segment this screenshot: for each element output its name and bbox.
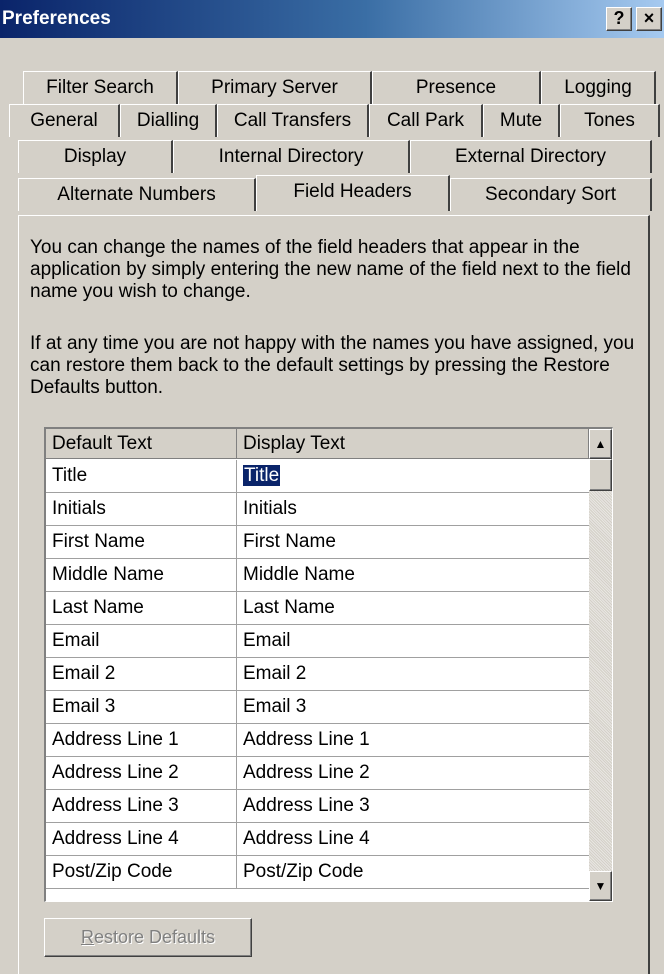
tab-alternate-numbers[interactable]: Alternate Numbers bbox=[18, 178, 256, 211]
table-row[interactable]: Address Line 1 Address Line 1 bbox=[46, 724, 589, 757]
display-text-cell[interactable]: Address Line 4 bbox=[237, 823, 589, 855]
tab-call-transfers[interactable]: Call Transfers bbox=[217, 104, 369, 137]
display-text-cell[interactable]: Address Line 2 bbox=[237, 757, 589, 789]
table-row[interactable]: Email Email bbox=[46, 625, 589, 658]
default-text-cell: Address Line 4 bbox=[46, 823, 237, 855]
display-text-cell[interactable]: Email 2 bbox=[237, 658, 589, 690]
tab-field-headers[interactable]: Field Headers bbox=[256, 175, 450, 211]
default-text-cell: Address Line 2 bbox=[46, 757, 237, 789]
tab-tones[interactable]: Tones bbox=[560, 104, 660, 137]
window-title: Preferences bbox=[2, 8, 111, 29]
restore-mnemonic: R bbox=[80, 927, 94, 947]
default-text-cell: Middle Name bbox=[46, 559, 237, 591]
table-row[interactable]: Post/Zip Code Post/Zip Code bbox=[46, 856, 589, 889]
restore-defaults-button[interactable]: Restore Defaults bbox=[44, 918, 252, 957]
display-text-cell[interactable]: Address Line 3 bbox=[237, 790, 589, 822]
display-text-input[interactable]: Title bbox=[243, 465, 281, 486]
table-row[interactable]: Middle Name Middle Name bbox=[46, 559, 589, 592]
table-row[interactable]: First Name First Name bbox=[46, 526, 589, 559]
description-paragraph-2: If at any time you are not happy with th… bbox=[30, 333, 635, 398]
table-row[interactable]: Email 3 Email 3 bbox=[46, 691, 589, 724]
table-row[interactable]: Email 2 Email 2 bbox=[46, 658, 589, 691]
default-text-cell: Last Name bbox=[46, 592, 237, 624]
scroll-thumb[interactable] bbox=[589, 459, 612, 491]
table-row[interactable]: Initials Initials bbox=[46, 493, 589, 526]
vertical-scrollbar[interactable]: ▲ ▼ bbox=[589, 429, 612, 901]
default-text-cell: Title bbox=[46, 460, 237, 492]
tab-call-park[interactable]: Call Park bbox=[369, 104, 483, 137]
default-text-cell: First Name bbox=[46, 526, 237, 558]
tab-display[interactable]: Display bbox=[18, 140, 173, 173]
tab-mute[interactable]: Mute bbox=[483, 104, 560, 137]
tab-internal-directory[interactable]: Internal Directory bbox=[173, 140, 410, 173]
display-text-cell[interactable]: Email 3 bbox=[237, 691, 589, 723]
tab-row-4: Alternate Numbers Field Headers Secondar… bbox=[0, 175, 664, 211]
title-bar[interactable]: Preferences ? × bbox=[0, 0, 664, 38]
table-row[interactable]: Last Name Last Name bbox=[46, 592, 589, 625]
tab-row-2: General Dialling Call Transfers Call Par… bbox=[0, 104, 664, 137]
close-button[interactable]: × bbox=[636, 7, 662, 31]
column-header-default-text[interactable]: Default Text bbox=[46, 429, 237, 459]
default-text-cell: Email 3 bbox=[46, 691, 237, 723]
display-text-cell[interactable]: Post/Zip Code bbox=[237, 856, 589, 888]
tab-presence[interactable]: Presence bbox=[372, 71, 541, 104]
restore-label: estore Defaults bbox=[93, 927, 216, 947]
description-paragraph-1: You can change the names of the field he… bbox=[30, 237, 631, 302]
default-text-cell: Address Line 1 bbox=[46, 724, 237, 756]
tab-primary-server[interactable]: Primary Server bbox=[178, 71, 372, 104]
default-text-cell: Post/Zip Code bbox=[46, 856, 237, 888]
default-text-cell: Address Line 3 bbox=[46, 790, 237, 822]
display-text-cell[interactable]: Title bbox=[237, 460, 589, 492]
tab-secondary-sort[interactable]: Secondary Sort bbox=[450, 178, 652, 211]
default-text-cell: Email bbox=[46, 625, 237, 657]
triangle-down-icon: ▼ bbox=[594, 879, 607, 893]
tab-general[interactable]: General bbox=[9, 104, 120, 137]
table-row[interactable]: Title Title bbox=[46, 460, 589, 493]
tab-row-3: Display Internal Directory External Dire… bbox=[0, 140, 664, 173]
scroll-down-button[interactable]: ▼ bbox=[589, 871, 612, 901]
field-headers-grid[interactable]: Default Text Display Text Title Title Init… bbox=[44, 427, 613, 902]
triangle-up-icon: ▲ bbox=[594, 437, 607, 451]
default-text-cell: Email 2 bbox=[46, 658, 237, 690]
display-text-cell[interactable]: Middle Name bbox=[237, 559, 589, 591]
table-row[interactable]: Address Line 3 Address Line 3 bbox=[46, 790, 589, 823]
display-text-cell[interactable]: Email bbox=[237, 625, 589, 657]
scroll-up-button[interactable]: ▲ bbox=[589, 429, 612, 459]
tab-filter-search[interactable]: Filter Search bbox=[23, 71, 178, 104]
default-text-cell: Initials bbox=[46, 493, 237, 525]
tab-dialling[interactable]: Dialling bbox=[120, 104, 217, 137]
tab-external-directory[interactable]: External Directory bbox=[410, 140, 652, 173]
table-row[interactable]: Address Line 4 Address Line 4 bbox=[46, 823, 589, 856]
tab-logging[interactable]: Logging bbox=[541, 71, 656, 104]
display-text-cell[interactable]: Address Line 1 bbox=[237, 724, 589, 756]
display-text-cell[interactable]: Last Name bbox=[237, 592, 589, 624]
column-header-display-text[interactable]: Display Text bbox=[237, 429, 589, 459]
help-button[interactable]: ? bbox=[606, 7, 632, 31]
table-row[interactable]: Address Line 2 Address Line 2 bbox=[46, 757, 589, 790]
display-text-cell[interactable]: Initials bbox=[237, 493, 589, 525]
tab-row-1: Filter Search Primary Server Presence Lo… bbox=[0, 71, 664, 104]
display-text-cell[interactable]: First Name bbox=[237, 526, 589, 558]
